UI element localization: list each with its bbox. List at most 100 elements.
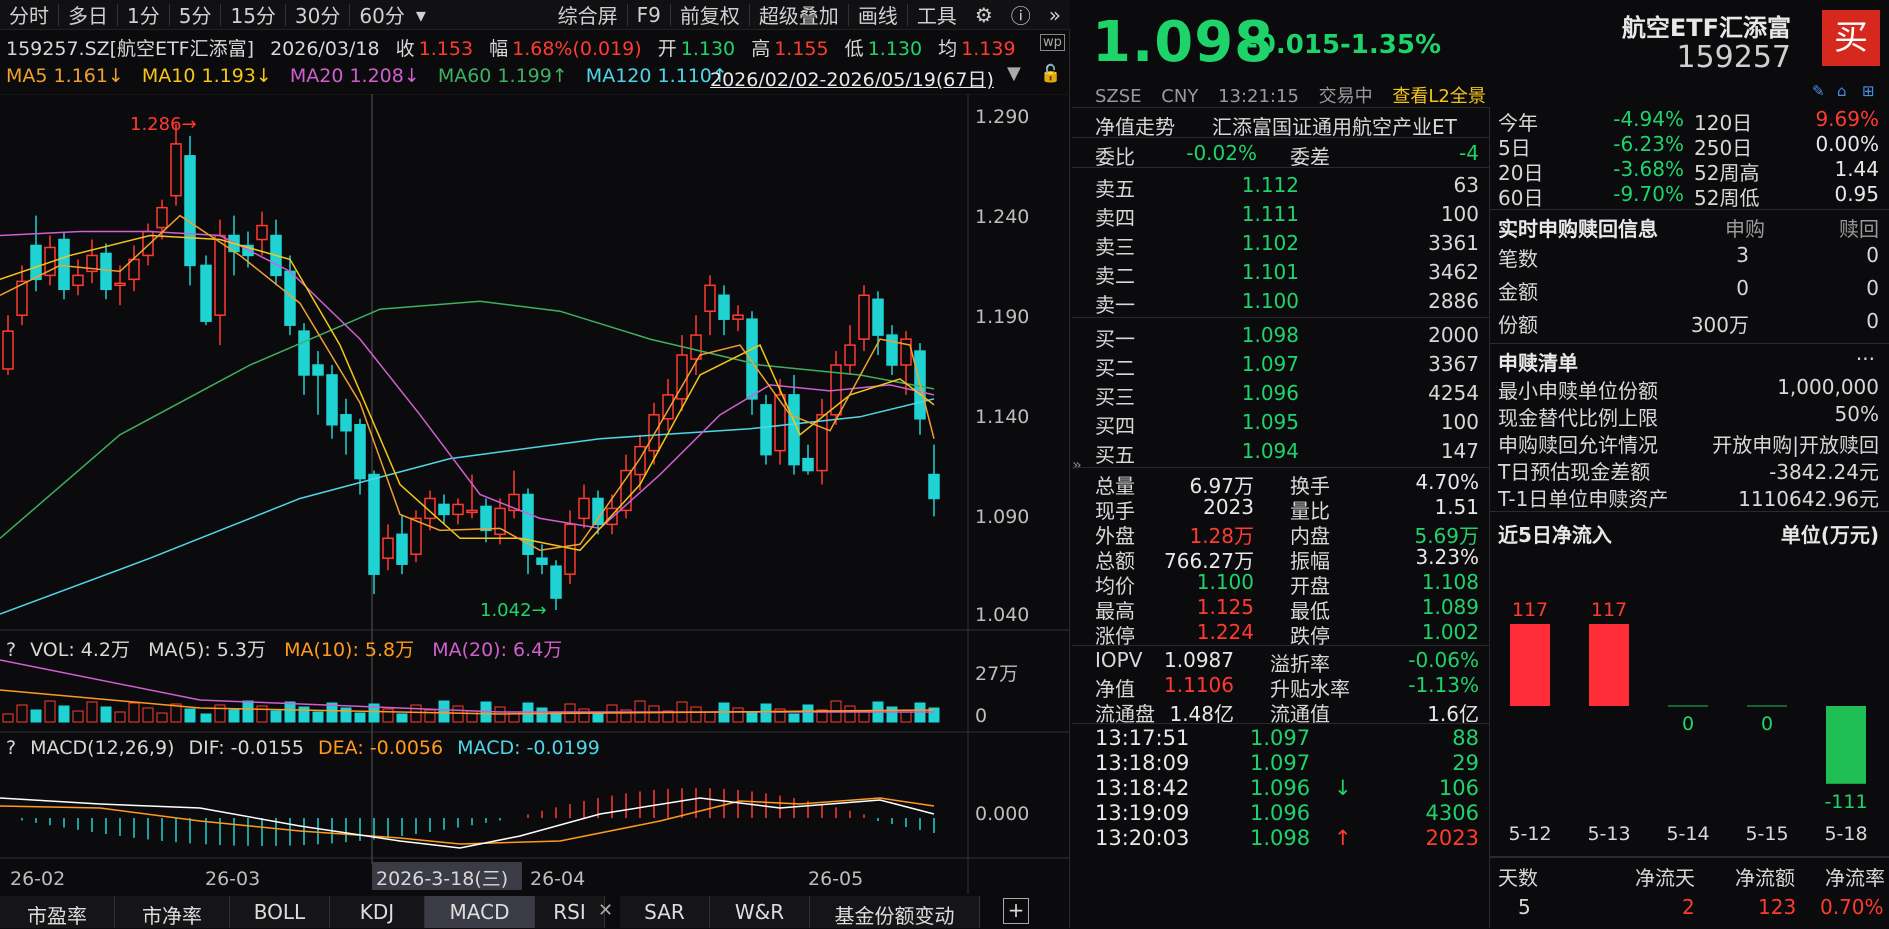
flow-title: 近5日净流入 <box>1498 523 1612 547</box>
candle-body <box>156 206 168 229</box>
ask-label: 卖二 <box>1095 264 1135 288</box>
range-dropdown-icon[interactable]: ▼ <box>1007 63 1021 84</box>
tab-kdj[interactable]: KDJ <box>330 896 425 928</box>
macd-help[interactable]: ? <box>6 737 16 759</box>
tab-pe[interactable]: 市盈率 <box>0 896 115 928</box>
tab-multiday[interactable]: 多日 <box>59 0 117 29</box>
home-icon[interactable]: ⌂ <box>1837 82 1847 100</box>
bid-row[interactable]: 买二 1.097 3367 <box>1072 349 1489 380</box>
period-dropdown-icon[interactable]: ▾ <box>414 3 428 27</box>
vol-help[interactable]: ? <box>6 639 16 661</box>
tab-30min[interactable]: 30分 <box>286 0 349 29</box>
currency-label: CNY <box>1161 86 1199 107</box>
edit-icon[interactable]: ✎ <box>1812 82 1825 100</box>
kline-chart[interactable]: 1.290 1.240 1.190 1.140 1.090 1.040 27万 0 0.000 2… <box>0 94 1070 896</box>
composite-screen-button[interactable]: 综合屏 <box>549 0 627 29</box>
inflow-date-label: 5-12 <box>1508 823 1551 845</box>
candle-body <box>298 330 310 376</box>
volume-bar <box>184 708 196 723</box>
l2-link[interactable]: 查看L2全景 <box>1392 86 1485 107</box>
wp-icon[interactable]: wp <box>1040 34 1065 51</box>
tab-boll[interactable]: BOLL <box>230 896 330 928</box>
amp-label: 幅 <box>489 38 509 60</box>
gear-icon[interactable]: ⚙ <box>966 3 1002 27</box>
lock-icon[interactable]: 🔓 <box>1040 64 1061 84</box>
help-icon[interactable]: ⓘ <box>1002 0 1040 29</box>
tick-volume: 2023 <box>1425 826 1479 850</box>
stat-value: 1.0987 <box>1164 648 1234 672</box>
asks: 卖五 1.112 63 卖四 1.111 100 卖三 1.102 3361 卖二 1.101… <box>1072 168 1489 318</box>
list-more-button[interactable]: ··· <box>1856 347 1875 371</box>
stat-row: 最高 1.125 最低 1.089 <box>1072 595 1489 623</box>
f9-button[interactable]: F9 <box>628 3 670 27</box>
nav-row[interactable]: 净值走势 汇添富国证通用航空产业ET <box>1072 108 1489 139</box>
ask-row[interactable]: 卖二 1.101 3462 <box>1072 257 1489 288</box>
ma10-label: MA10 1.193↓ <box>141 65 272 87</box>
bid-volume: 147 <box>1440 439 1479 463</box>
volume-bar <box>128 702 140 723</box>
close-label: 收 <box>395 38 415 60</box>
tab-15min[interactable]: 15分 <box>221 0 284 29</box>
high-marker: 1.286→ <box>130 114 197 135</box>
ask-price: 1.100 <box>1241 289 1299 313</box>
tools-button[interactable]: 工具 <box>908 0 966 29</box>
bid-row[interactable]: 买三 1.096 4254 <box>1072 378 1489 409</box>
subred-buy: 300万 <box>1690 313 1749 337</box>
adjust-button[interactable]: 前复权 <box>671 0 749 29</box>
ask-label: 卖三 <box>1095 235 1135 259</box>
bid-row[interactable]: 买一 1.098 2000 <box>1072 320 1489 351</box>
list-row: T日预估现金差额 -3842.24元 <box>1490 455 1889 484</box>
amp-value: 1.68%(0.019) <box>512 38 642 60</box>
overlay-button[interactable]: 超级叠加 <box>750 0 848 29</box>
stats-table-2: IOPV 1.0987 溢折率 -0.06% 净值 1.1106 升贴水率 -1.13% 流通盘… <box>1072 646 1489 726</box>
tab-rsi[interactable]: RSI <box>535 896 605 928</box>
draw-button[interactable]: 画线 <box>849 0 907 29</box>
ask-row[interactable]: 卖五 1.112 63 <box>1072 170 1489 201</box>
bid-row[interactable]: 买五 1.094 147 <box>1072 436 1489 467</box>
tab-60min[interactable]: 60分 <box>350 0 413 29</box>
collapse-icon[interactable]: » <box>1040 3 1070 27</box>
flow-summary-headers: 天数 净流天 净流额 净流率 <box>1490 862 1889 892</box>
tab-fund-share[interactable]: 基金份额变动 <box>810 896 980 928</box>
chart-toolbar: 分时 多日 1分 5分 15分 30分 60分 ▾ 综合屏 F9 前复权 超级叠… <box>0 0 1070 30</box>
perf-row: 60日 -9.70% 52周低 0.95 <box>1490 182 1889 210</box>
ask-row[interactable]: 卖三 1.102 3361 <box>1072 228 1489 259</box>
add-tab-icon[interactable]: + <box>1003 898 1029 924</box>
ma60-label: MA60 1.199↑ <box>437 65 568 87</box>
tick-arrow-icon: ↓ <box>1334 776 1352 800</box>
vol-legend: ? VOL: 4.2万 MA(5): 5.3万 MA(10): 5.8万 MA(… <box>6 635 562 662</box>
inflow-bar <box>1589 624 1629 706</box>
macd-tick: 0.000 <box>975 803 1029 825</box>
tab-wr[interactable]: W&R <box>710 896 810 928</box>
orderbook: 净值走势 汇添富国证通用航空产业ET 委比 -0.02% 委差 -4 卖五 1.1… <box>1072 107 1489 851</box>
candle-body <box>536 557 548 565</box>
volume-bar <box>114 711 126 723</box>
volume-bar <box>354 712 366 723</box>
candle-body <box>886 334 898 366</box>
ask-row[interactable]: 卖一 1.100 2886 <box>1072 286 1489 317</box>
buy-button[interactable]: 买 <box>1822 10 1880 66</box>
tick-arrow-icon: ↑ <box>1334 826 1352 850</box>
tab-timeshare[interactable]: 分时 <box>0 0 58 29</box>
volume-bar <box>30 709 42 723</box>
plus-icon[interactable]: ⊞ <box>1862 82 1875 100</box>
date-range[interactable]: 2026/02/02-2026/05/19(67日) <box>710 65 994 92</box>
high-label: 高 <box>751 38 771 60</box>
volume-bar <box>900 711 912 723</box>
bid-price: 1.095 <box>1241 410 1299 434</box>
bid-row[interactable]: 买四 1.095 100 <box>1072 407 1489 438</box>
flow-header: 近5日净流入 单位(万元) <box>1490 516 1889 547</box>
flow-days-value: 2 <box>1682 895 1695 919</box>
volume-bar <box>452 705 464 723</box>
tab-sar[interactable]: SAR <box>620 896 710 928</box>
ask-row[interactable]: 卖四 1.111 100 <box>1072 199 1489 230</box>
tab-1min[interactable]: 1分 <box>118 0 169 29</box>
volume-bar <box>760 703 772 723</box>
wb-value: -0.02% <box>1186 141 1257 165</box>
volume-bar <box>298 706 310 723</box>
tab-rsi-close-icon[interactable]: ✕ <box>598 900 613 921</box>
tab-5min[interactable]: 5分 <box>170 0 221 29</box>
tab-pb[interactable]: 市净率 <box>115 896 230 928</box>
tab-macd[interactable]: MACD <box>425 896 535 928</box>
volume-bar <box>746 712 758 723</box>
